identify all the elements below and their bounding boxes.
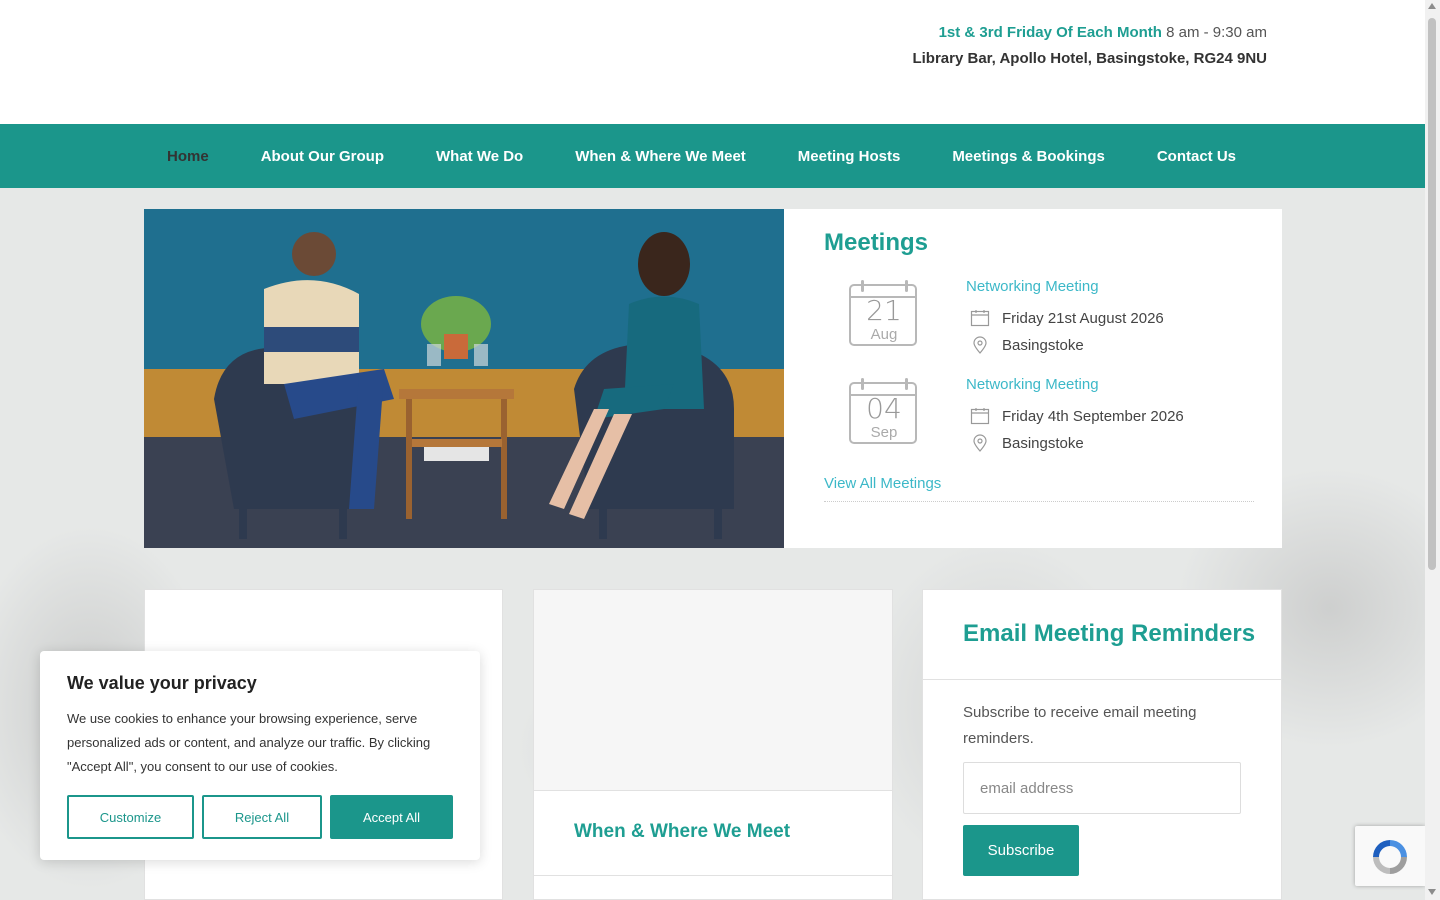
event-location: Basingstoke [970,335,1084,355]
event-date-text: Friday 4th September 2026 [1002,407,1184,425]
event-location: Basingstoke [970,433,1084,453]
event-date: Friday 21st August 2026 [970,308,1164,328]
cookie-title: We value your privacy [67,673,257,693]
site-header: 1st & 3rd Friday Of Each Month 8 am - 9:… [0,0,1425,124]
event-month: Sep [870,424,898,441]
nav-contact-us[interactable]: Contact Us [1131,148,1262,165]
event-link[interactable]: Networking Meeting [966,376,1099,393]
event-location-text: Basingstoke [1002,336,1084,354]
calendar-date-badge: 21 Aug [849,280,919,346]
event-location-text: Basingstoke [1002,434,1084,452]
divider [923,679,1281,680]
nav-home[interactable]: Home [141,148,235,165]
event-date-text: Friday 21st August 2026 [1002,309,1164,327]
scroll-down-icon[interactable] [1428,889,1436,895]
accept-all-button[interactable]: Accept All [330,795,453,839]
event-month: Aug [870,326,898,343]
cookie-consent-banner: We value your privacy We use cookies to … [40,651,480,860]
email-reminders-card: Email Meeting Reminders Subscribe to rec… [922,589,1282,900]
event-day: 04 [866,392,902,425]
card-title[interactable]: When & Where We Meet [574,821,790,843]
calendar-icon [970,406,990,426]
nav-about-our-group[interactable]: About Our Group [235,148,410,165]
customize-button[interactable]: Customize [67,795,194,839]
event-date: Friday 4th September 2026 [970,406,1184,426]
venue-address: Library Bar, Apollo Hotel, Basingstoke, … [912,50,1267,67]
divider [824,501,1254,502]
recaptcha-icon [1373,840,1407,874]
hero-photo [144,209,784,548]
event-day: 21 [866,294,902,327]
scrollbar-thumb[interactable] [1428,18,1436,570]
card-image [534,590,892,791]
when-where-card: When & Where We Meet [533,589,893,900]
map-pin-icon [970,335,990,355]
meeting-schedule: 1st & 3rd Friday Of Each Month 8 am - 9:… [939,24,1267,41]
event-link[interactable]: Networking Meeting [966,278,1099,295]
reject-all-button[interactable]: Reject All [202,795,322,839]
email-field[interactable] [963,762,1241,814]
nav-meeting-hosts[interactable]: Meeting Hosts [772,148,927,165]
schedule-when: 1st & 3rd Friday Of Each Month [938,24,1162,41]
reminders-description: Subscribe to receive email meeting remin… [963,704,1197,747]
main-nav: Home About Our Group What We Do When & W… [0,124,1425,188]
subscribe-button[interactable]: Subscribe [963,825,1079,876]
reminders-title: Email Meeting Reminders [963,620,1256,647]
divider [534,875,892,876]
schedule-time: 8 am - 9:30 am [1166,24,1267,41]
recaptcha-badge[interactable] [1355,826,1425,886]
page-scrollbar[interactable] [1425,0,1440,900]
calendar-icon [970,308,990,328]
view-all-meetings-link[interactable]: View All Meetings [824,475,941,492]
meetings-panel: Meetings 21 Aug Networking Meeting Frida… [784,209,1282,548]
nav-what-we-do[interactable]: What We Do [410,148,549,165]
cookie-text: We use cookies to enhance your browsing … [67,711,431,774]
calendar-date-badge: 04 Sep [849,378,919,444]
meetings-title: Meetings [824,229,929,256]
scroll-up-icon[interactable] [1428,3,1436,9]
people-talking-illustration [144,209,784,548]
map-pin-icon [970,433,990,453]
nav-when-where-we-meet[interactable]: When & Where We Meet [549,148,772,165]
nav-meetings-bookings[interactable]: Meetings & Bookings [926,148,1131,165]
